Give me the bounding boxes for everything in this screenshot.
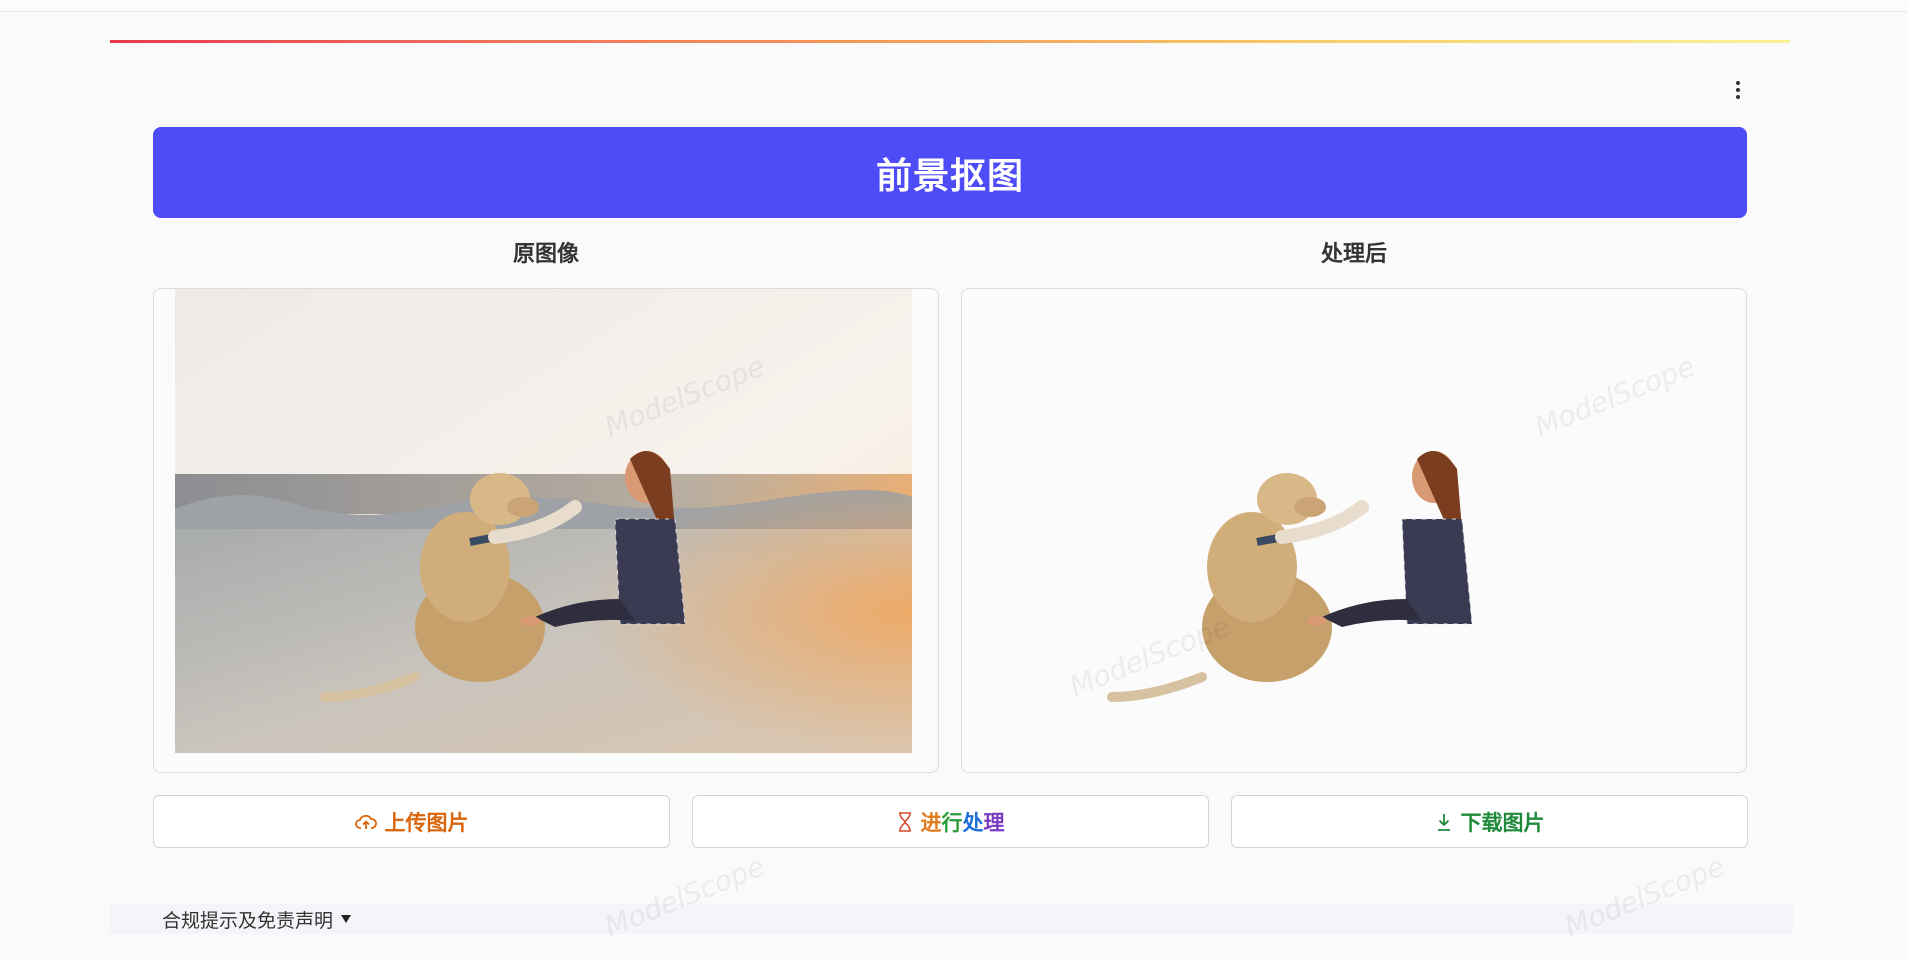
caret-down-icon [341,915,352,923]
page-title: 前景抠图 [875,155,1024,197]
original-image [175,289,912,753]
download-image-label: 下载图片 [1460,810,1545,835]
processed-image-title: 处理后 [1320,242,1387,267]
upload-image-button[interactable]: 上传图片 [153,795,670,848]
download-icon [1437,813,1450,831]
download-image-button[interactable]: 下载图片 [1231,795,1748,848]
top-strip [0,0,1908,12]
gradient-divider [110,40,1790,43]
original-image-title: 原图像 [512,242,579,267]
page-title-banner: 前景抠图 [153,127,1747,218]
processed-image-panel[interactable] [961,288,1747,773]
upload-image-label: 上传图片 [384,810,469,835]
original-image-panel[interactable] [153,288,939,773]
processed-image [1107,451,1473,702]
kebab-menu-icon[interactable] [1725,78,1751,102]
hourglass-icon [898,811,911,832]
disclaimer-label: 合规提示及免责声明 [162,909,334,932]
cloud-upload-icon [354,814,377,829]
process-button[interactable]: 进行处理 [692,795,1209,848]
process-label: 进行处理 [920,810,1005,835]
disclaimer-toggle[interactable]: 合规提示及免责声明 [109,904,1793,934]
